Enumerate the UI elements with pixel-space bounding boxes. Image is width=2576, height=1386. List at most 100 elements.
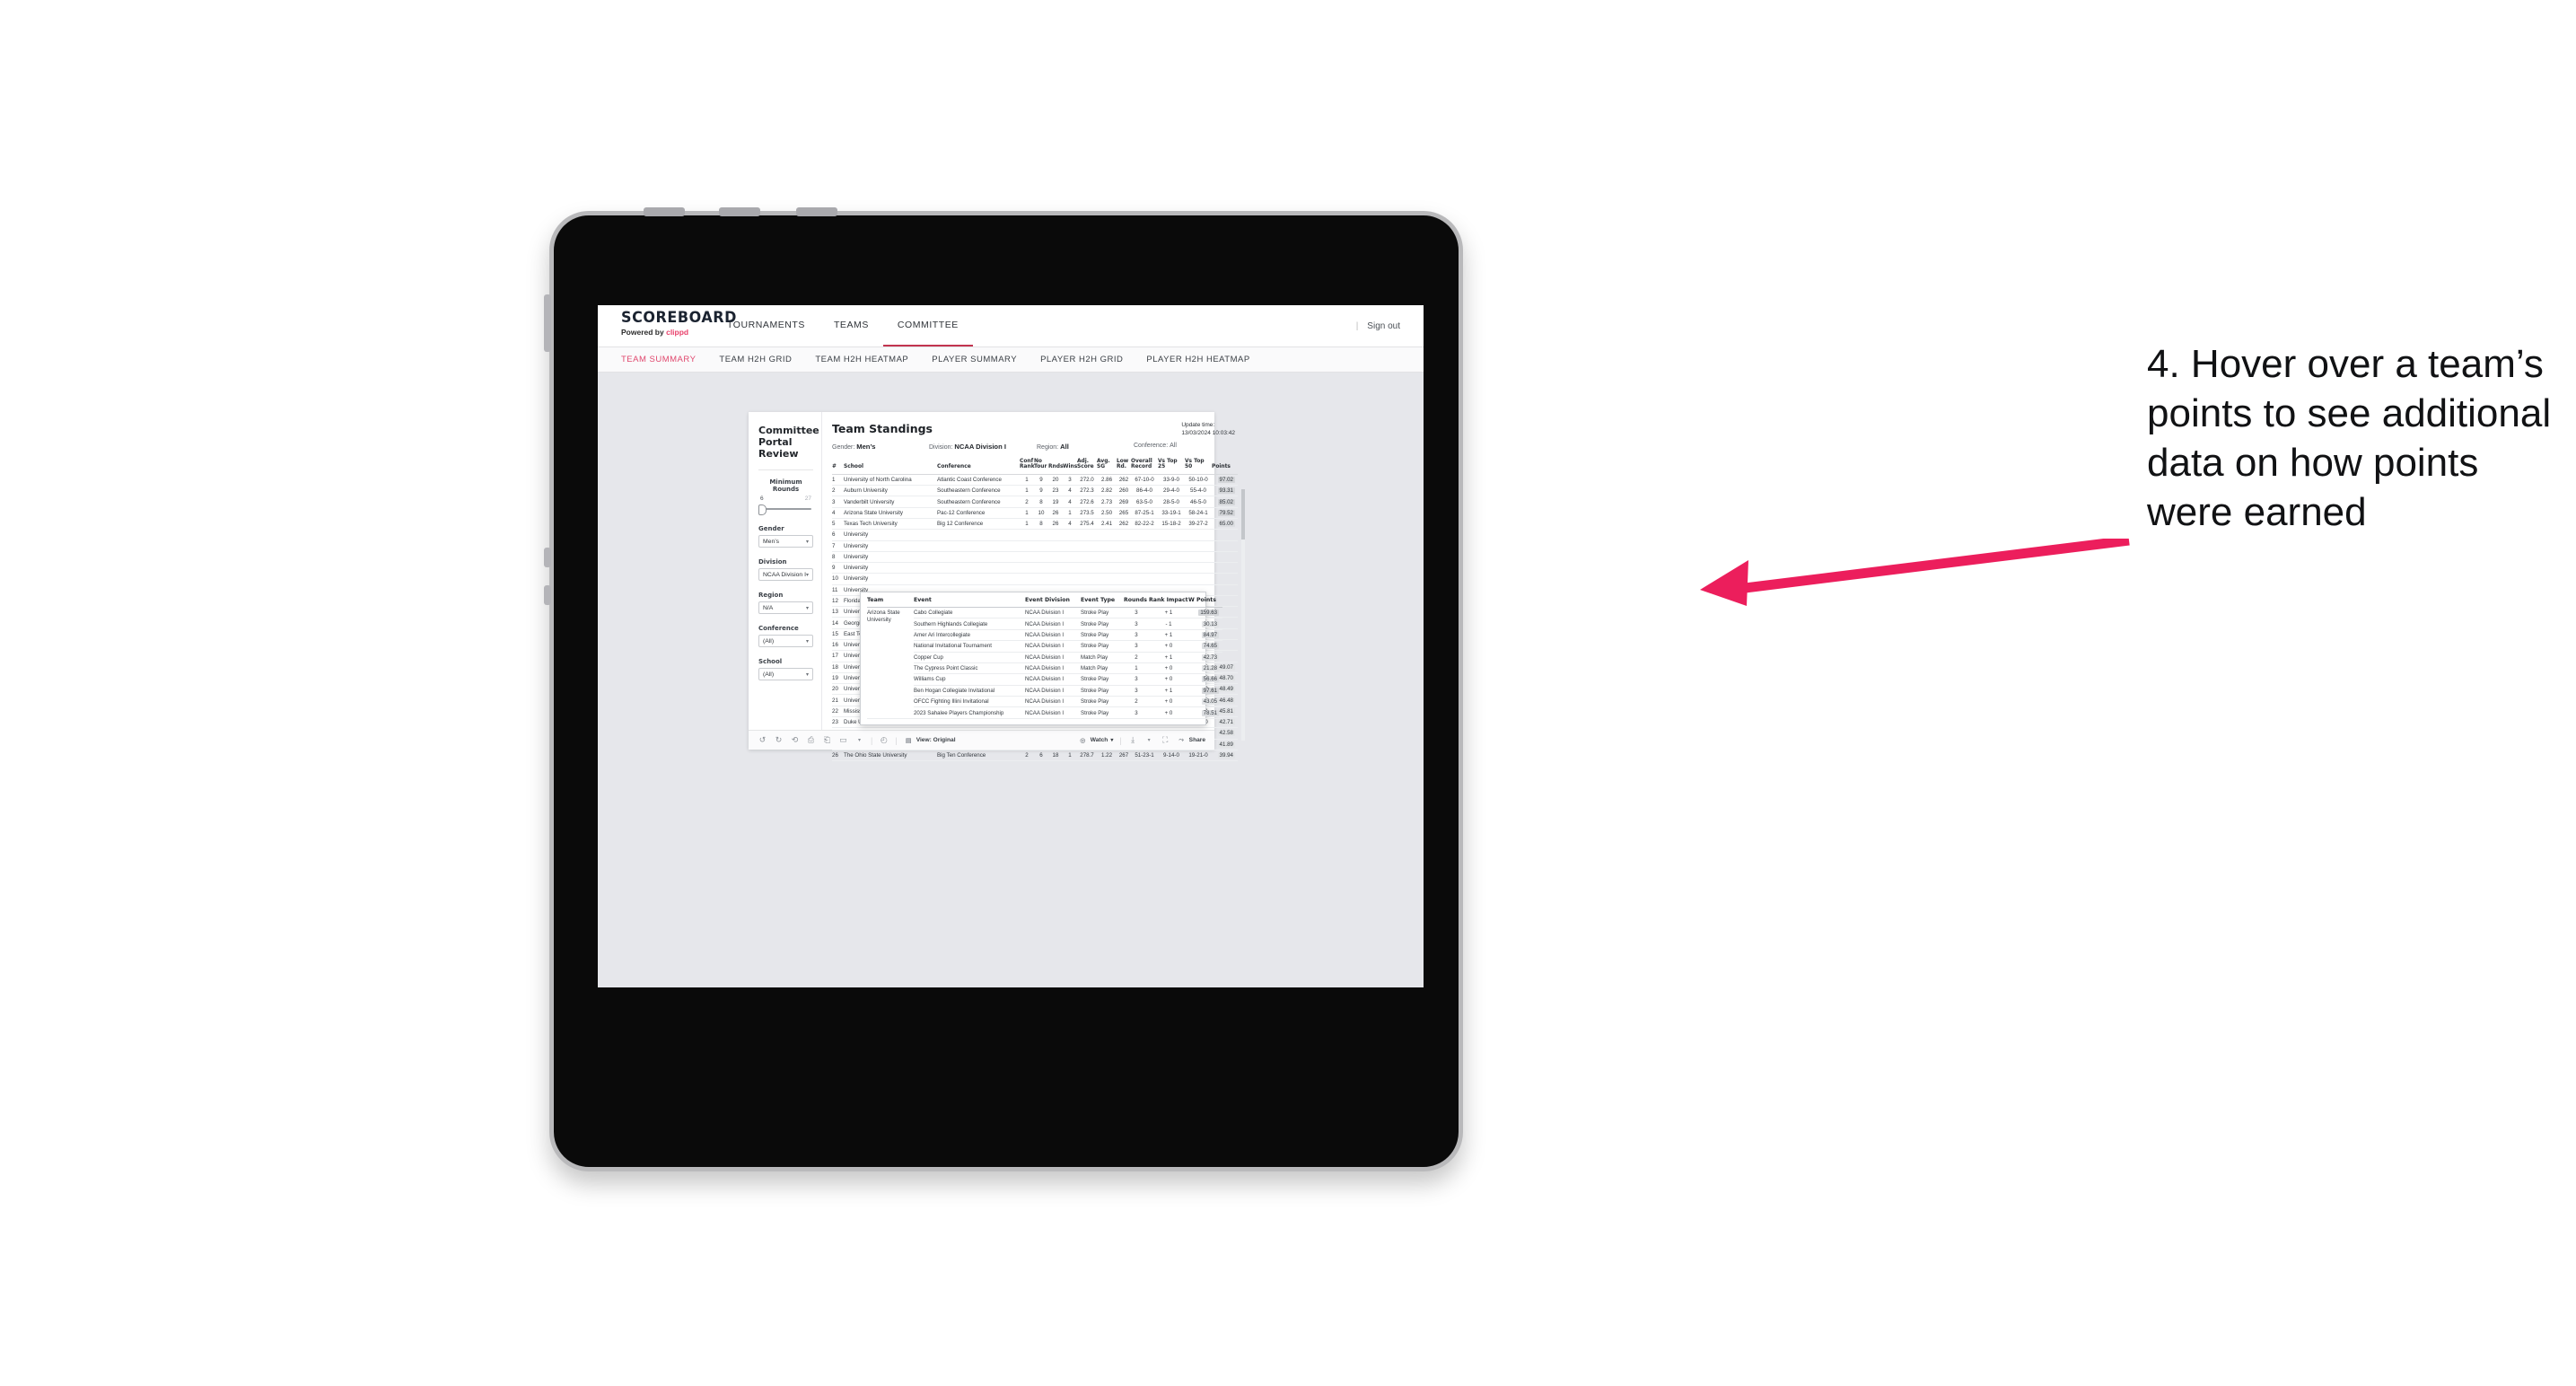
min-rounds-slider[interactable] [758,504,813,515]
table-row[interactable]: 9 University [832,562,1238,575]
cell-conf [937,551,1020,564]
alert-clock-icon[interactable]: ◴ [879,735,889,745]
cell-rank: 16 [832,639,844,652]
subtab-team-h2h-heatmap[interactable]: TEAM H2H HEATMAP [815,355,908,364]
points-badge[interactable]: 42.71 [1217,719,1235,726]
filter-conference-select[interactable]: (All) ▾ [758,635,813,647]
cell-points: 65.00 [1212,518,1238,531]
view-original-label: View: Original [916,737,956,743]
subtab-player-h2h-heatmap[interactable]: PLAYER H2H HEATMAP [1146,355,1249,364]
cell-rank: 7 [832,540,844,552]
col-avg-sg[interactable]: Avg. SG [1097,459,1117,475]
sign-out-link[interactable]: Sign out [1367,321,1400,331]
filter-region-select[interactable]: N/A ▾ [758,601,813,614]
cell-notour [1034,551,1048,564]
cell-wins: 4 [1063,496,1077,508]
col-rnds[interactable]: Rnds [1048,459,1063,475]
points-badge[interactable]: 85.02 [1217,498,1235,505]
cell-t25: 29-4-0 [1158,485,1185,497]
table-row[interactable]: 3 Vanderbilt University Southeastern Confe… [832,496,1238,508]
table-scrollbar[interactable] [1241,489,1245,741]
filter-school-select[interactable]: (All) ▾ [758,668,813,680]
cell-sg: 2.82 [1097,485,1117,497]
cell-notour: 8 [1034,496,1048,508]
share-button[interactable]: ⤳ Share [1177,735,1205,745]
undo-icon[interactable]: ↺ [758,735,767,745]
share-label: Share [1188,737,1205,743]
cell-conf [937,540,1020,552]
tooltip-cell-event: 2023 Sahalee Players Championship [914,706,1025,719]
cell-rank: 15 [832,628,844,641]
table-row[interactable]: 5 Texas Tech University Big 12 Conference 1… [832,518,1238,531]
tooltip-cell-rounds: 3 [1124,607,1149,619]
points-badge[interactable]: 42.58 [1217,730,1235,737]
chevron-down-icon[interactable]: ▾ [1144,735,1154,745]
redo-icon[interactable]: ↻ [774,735,784,745]
cell-points [1212,540,1238,552]
col-no-tour[interactable]: No Tour [1034,459,1048,475]
cell-notour [1034,529,1048,541]
col-conference[interactable]: Conference [937,459,1020,475]
custom-view-icon[interactable]: ▭ [838,735,848,745]
col-adj-score[interactable]: Adj. Score [1077,459,1097,475]
chevron-down-icon[interactable]: ▾ [854,735,864,745]
revert-icon[interactable]: ⟲ [790,735,800,745]
table-row[interactable]: 1 University of North Carolina Atlantic Co… [832,474,1238,487]
col-wins[interactable]: Wins [1063,459,1077,475]
subtab-player-h2h-grid[interactable]: PLAYER H2H GRID [1040,355,1123,364]
points-badge[interactable]: 39.94 [1217,751,1235,759]
table-scrollbar-thumb[interactable] [1241,489,1245,539]
col-vs-top-50[interactable]: Vs Top 50 [1185,459,1212,475]
filter-school-label: School [758,658,783,665]
col-overall-record[interactable]: Overall Record [1131,459,1158,475]
filter-conference: Conference (All) ▾ [758,625,813,647]
col-low-rd[interactable]: Low Rd. [1117,459,1131,475]
table-row[interactable]: 8 University [832,551,1238,564]
points-badge[interactable]: 93.31 [1217,487,1235,495]
tooltip-cell-rounds: 3 [1124,640,1149,653]
tablet-top-button-1 [644,207,685,216]
cell-points [1212,551,1238,564]
view-original-button[interactable]: ▤ View: Original [904,735,956,745]
col-points[interactable]: Points [1212,459,1238,475]
chevron-down-icon: ▾ [805,671,809,678]
cell-rnds: 23 [1048,485,1063,497]
download-icon[interactable]: ⤓ [1128,735,1138,745]
points-badge[interactable]: 41.89 [1217,741,1235,748]
nav-tab-teams[interactable]: TEAMS [819,305,883,346]
table-row[interactable]: 10 University [832,573,1238,585]
filter-division-select[interactable]: NCAA Division I ▾ [758,568,813,581]
cell-adj: 272.3 [1077,485,1097,497]
subtab-team-h2h-grid[interactable]: TEAM H2H GRID [719,355,792,364]
nav-tab-committee[interactable]: COMMITTEE [882,305,973,346]
cell-t25 [1158,573,1185,585]
col-rank[interactable]: # [832,459,844,475]
cell-adj: 278.7 [1077,750,1097,762]
table-row[interactable]: 7 University [832,540,1238,552]
cell-t50: 50-10-0 [1185,474,1212,487]
points-badge[interactable]: 97.02 [1217,476,1235,483]
refresh-data-icon[interactable]: ⎙ [806,735,816,745]
cell-rank: 23 [832,716,844,729]
table-row[interactable]: 26 The Ohio State University Big Ten Confe… [832,750,1238,762]
col-school[interactable]: School [844,459,937,475]
table-row[interactable]: 6 University [832,529,1238,541]
col-conf-rank[interactable]: Conf Rank [1020,459,1035,475]
pause-auto-update-icon[interactable]: ⎗ [822,735,832,745]
table-row[interactable]: 4 Arizona State University Pac-12 Conferen… [832,507,1238,519]
filter-gender-select[interactable]: Men’s ▾ [758,535,813,548]
points-badge[interactable]: 79.52 [1217,509,1235,516]
slider-handle[interactable] [758,504,767,515]
brand-logo[interactable]: SCOREBOARD Powered by clippd [598,305,736,346]
col-vs-top-25[interactable]: Vs Top 25 [1158,459,1185,475]
watch-button[interactable]: ◎ Watch ▾ [1078,735,1113,745]
cell-conf [937,529,1020,541]
cell-school: University of North Carolina [844,474,937,487]
table-row[interactable]: 2 Auburn University Southeastern Conferenc… [832,485,1238,497]
meta-region-label: Region: [1037,444,1059,451]
subtab-team-summary[interactable]: TEAM SUMMARY [621,355,696,364]
fullscreen-icon[interactable]: ⛶ [1161,735,1170,745]
points-badge[interactable]: 65.00 [1217,521,1235,528]
subtab-player-summary[interactable]: PLAYER SUMMARY [932,355,1017,364]
tooltip-table: Team Event Event Division Event Type Rou… [867,597,1222,719]
